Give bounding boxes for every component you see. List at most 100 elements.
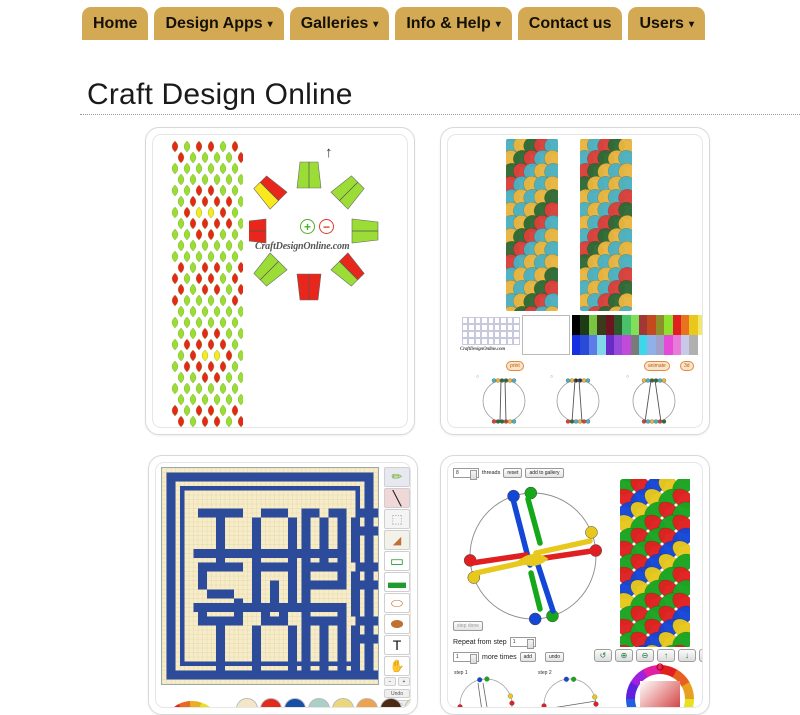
palette-swatch[interactable] [572,315,581,335]
palette-swatch[interactable] [605,335,614,355]
palette-swatch[interactable] [647,315,656,335]
reset-button[interactable]: reset [503,468,523,478]
palette-swatch[interactable] [588,315,598,335]
palette-swatch[interactable] [613,315,623,335]
rectangle-filled-tool[interactable]: ▬ [384,572,410,592]
palette-swatch[interactable] [630,335,639,355]
palette-swatch[interactable] [689,335,698,355]
repeat-from-step-row: Repeat from step 1 [453,637,536,649]
palette-swatch[interactable] [672,335,681,355]
undo-button[interactable]: undo [544,652,565,662]
palette-swatch[interactable] [647,335,656,355]
pattern-cell[interactable] [513,317,520,324]
zoom-in-button[interactable]: + [300,219,315,234]
card-kumihimo-braid-designer[interactable]: CraftDesignOnline.com print animate 3d ○… [440,127,710,435]
color-picker-wheel[interactable] [624,663,696,708]
palette-swatch[interactable] [672,315,681,335]
thread-count-input[interactable]: 8 [453,468,479,480]
palette-swatch[interactable] [689,315,698,335]
palette-swatch[interactable] [664,335,673,355]
text-tool[interactable]: T [384,635,410,655]
pattern-cell[interactable] [513,338,520,345]
palette-swatch[interactable] [630,315,639,335]
palette-swatch[interactable] [680,335,690,355]
palette-swatch[interactable] [613,335,623,355]
color-swatch[interactable] [380,698,402,707]
palette-swatch[interactable] [639,335,648,355]
card-braid-disc-designer[interactable]: 8 threads reset add to gallery step done… [440,455,710,715]
select-tool[interactable]: ⬚ [384,509,410,529]
canvas-zoom-in-button[interactable]: + [398,677,410,686]
palette-swatch[interactable] [580,335,589,355]
more-times-input[interactable]: 1 [453,652,479,664]
color-swatch[interactable] [404,698,410,707]
card-friendship-bracelet-designer[interactable]: ↑ + − CraftDesignOnline.com [145,127,415,435]
pattern-cell[interactable] [513,324,520,331]
mini-step-diagram-2[interactable] [536,675,608,708]
palette-swatch[interactable] [697,335,702,355]
rotate-icon[interactable]: ↺ [594,649,612,662]
palette-swatch[interactable] [580,315,589,335]
zoom-out-button[interactable]: − [319,219,334,234]
pencil-tool[interactable]: ✏ [384,467,410,487]
nav-button-design-apps[interactable]: Design Apps ▾ [154,7,284,40]
ellipse-filled-tool[interactable]: ⬬ [384,614,410,634]
palette-swatch[interactable] [639,315,648,335]
color-wheel-icon[interactable] [162,691,222,708]
line-tool[interactable]: ╲ [384,488,410,508]
rectangle-outline-tool[interactable]: ▭ [384,551,410,571]
color-swatch[interactable] [356,698,378,707]
nav-button-users[interactable]: Users ▾ [628,7,705,40]
zoom-out-icon[interactable]: ⊖ [636,649,654,662]
palette-swatch[interactable] [597,335,606,355]
braid-step-diagram-3[interactable]: ○ [624,371,684,427]
color-palette[interactable] [572,315,702,355]
color-swatch[interactable] [284,698,306,707]
nav-button-home[interactable]: Home [82,7,149,40]
canvas-zoom-out-button[interactable]: − [384,677,396,686]
palette-swatch[interactable] [605,315,614,335]
card-cross-stitch-designer[interactable]: ✏╲⬚◢▭▬⬭⬬T✋−+UndoRedo [148,455,418,715]
color-swatch[interactable] [308,698,330,707]
palette-swatch[interactable] [697,315,702,335]
pan-tool[interactable]: ✋ [384,656,410,676]
fill-tool[interactable]: ◢ [384,530,410,550]
repeat-from-step-input[interactable]: 1 [509,637,536,649]
palette-swatch[interactable] [597,315,606,335]
color-swatch[interactable] [332,698,354,707]
print-button[interactable]: print [506,361,524,371]
step-done-button[interactable]: step done [453,621,483,631]
color-swatch[interactable] [260,698,282,707]
zoom-in-icon[interactable]: ⊕ [615,649,633,662]
braid-preview-right [580,139,632,311]
mini-step-diagram-1[interactable] [452,675,524,708]
3d-button[interactable]: 3d [680,361,694,371]
nav-button-contact-us[interactable]: Contact us [517,7,623,40]
palette-swatch[interactable] [588,335,598,355]
color-swatch[interactable] [236,698,258,707]
chevron-down-icon: ▾ [495,18,501,30]
braid-step-diagram-2[interactable]: ○ [548,371,608,427]
pattern-grid[interactable] [462,317,520,349]
palette-swatch[interactable] [622,335,631,355]
pattern-cell[interactable] [513,331,520,338]
braid-disc-diagram[interactable] [458,481,608,631]
ellipse-outline-tool[interactable]: ⬭ [384,593,410,613]
add-button[interactable]: add [519,652,536,662]
palette-swatch[interactable] [655,315,665,335]
add-to-gallery-button[interactable]: add to gallery [525,468,564,478]
palette-swatch[interactable] [572,335,581,355]
palette-swatch[interactable] [664,315,673,335]
palette-swatch[interactable] [655,335,665,355]
palette-swatch[interactable] [622,315,631,335]
animate-button[interactable]: animate [644,361,670,371]
move-up-icon[interactable]: ↑ [657,649,675,662]
move-down-icon[interactable]: ↓ [678,649,696,662]
nav-button-galleries[interactable]: Galleries ▾ [289,7,390,40]
palette-swatch[interactable] [680,315,690,335]
braid-step-diagram-1[interactable]: ○ [474,371,534,427]
nav-button-info-help[interactable]: Info & Help ▾ [395,7,512,40]
more-times-row: 1 more times add undo [453,652,565,664]
cross-stitch-canvas[interactable] [161,467,379,685]
thread-left-icon[interactable]: ↘ [699,649,702,662]
